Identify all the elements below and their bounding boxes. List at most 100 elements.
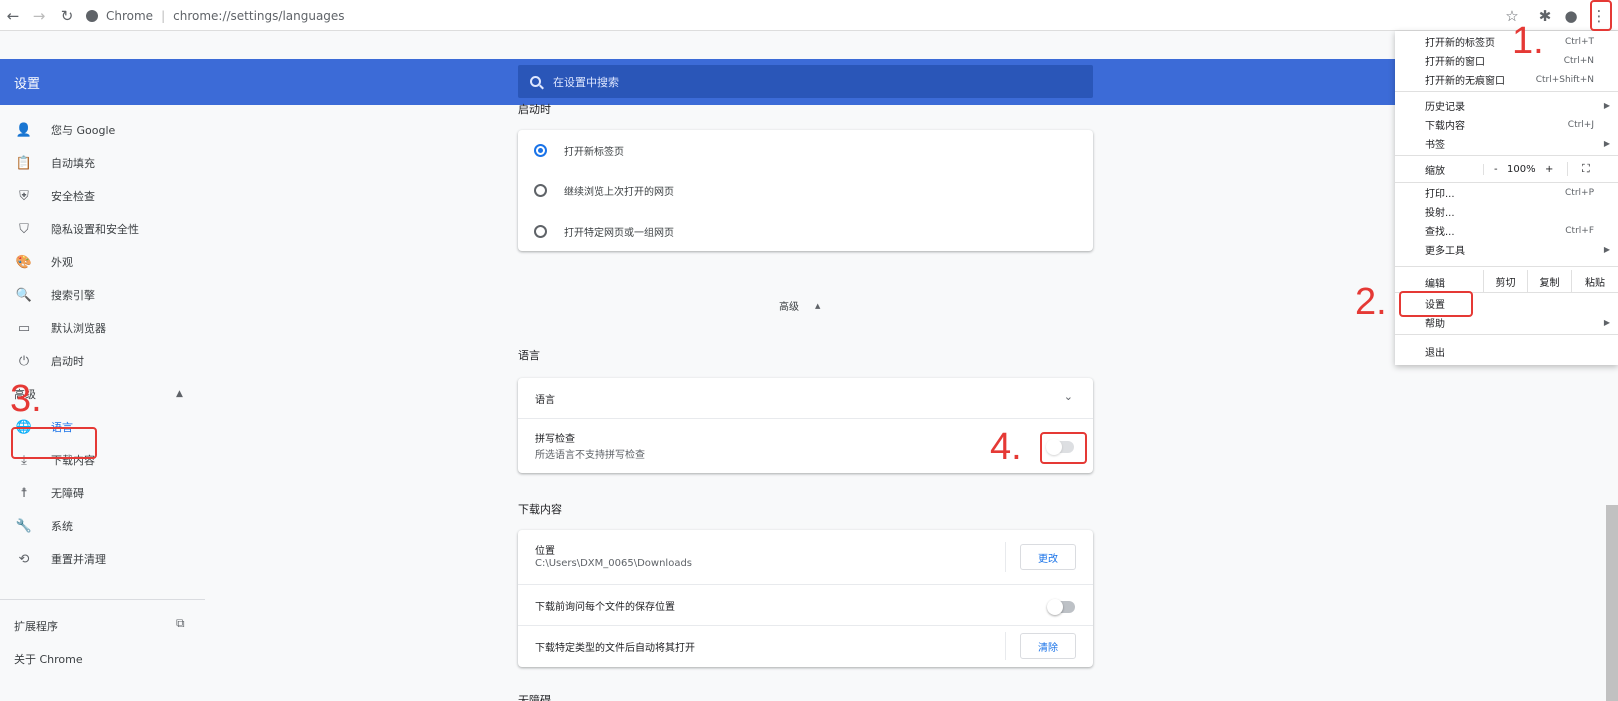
site-label: Chrome (106, 8, 154, 23)
sidebar-divider (0, 599, 205, 600)
menu-item-bookmarks[interactable]: 书签 ▶ (1395, 134, 1618, 153)
startup-option-label: 打开特定网页或一组网页 (564, 227, 674, 239)
download-location-path: C:\Users\DXM_0065\Downloads (535, 558, 693, 569)
menu-shortcut: Ctrl+P (1565, 187, 1594, 198)
person-icon: 👤 (15, 122, 33, 138)
cut-button[interactable]: 剪切 (1483, 270, 1527, 292)
menu-item-label: 查找... (1425, 227, 1455, 238)
address-bar[interactable]: Chrome | chrome://settings/languages (86, 4, 1486, 27)
sidebar-item-accessibility[interactable]: ☨ 无障碍 (0, 478, 205, 508)
menu-item-cast[interactable]: 投射... (1395, 202, 1618, 221)
menu-item-label: 打开新的无痕窗口 (1425, 76, 1505, 87)
external-link-icon[interactable]: ⧉ (176, 616, 185, 631)
menu-item-label: 打开新的标签页 (1425, 38, 1495, 49)
page-scrollbar[interactable] (1606, 505, 1618, 701)
annotation-box-settings (1399, 291, 1473, 317)
menu-item-downloads[interactable]: 下载内容 Ctrl+J (1395, 115, 1618, 134)
zoom-value: 100% (1507, 163, 1536, 175)
menu-separator (1395, 91, 1618, 92)
sidebar-item-privacy[interactable]: ⛉ 隐私设置和安全性 (0, 214, 205, 244)
spellcheck-subtitle: 所选语言不支持拼写检查 (535, 450, 645, 461)
sidebar-item-search-engine[interactable]: 🔍 搜索引擎 (0, 280, 205, 310)
vertical-divider (1005, 542, 1006, 572)
startup-option-new-tab[interactable]: 打开新标签页 (534, 140, 624, 160)
shield-check-icon: ⛨ (19, 188, 29, 204)
annotation-box-spellcheck-toggle (1040, 432, 1087, 464)
radio-button[interactable] (534, 143, 547, 157)
paste-button[interactable]: 粘贴 (1571, 270, 1618, 292)
languages-row-label[interactable]: 语言 (535, 391, 555, 406)
sidebar-item-label: 您与 Google (51, 124, 116, 137)
zoom-out-button[interactable]: - (1483, 163, 1498, 175)
sidebar-item-extensions[interactable]: 扩展程序 (14, 618, 58, 634)
radio-button[interactable] (534, 183, 547, 197)
chevron-up-icon: ▲ (176, 389, 183, 399)
chevron-down-icon[interactable]: ⌄ (1064, 390, 1073, 403)
sidebar-item-on-startup[interactable]: ⏻ 启动时 (0, 346, 205, 376)
annotation-number-1: 1. (1512, 20, 1544, 62)
sidebar-item-about-chrome[interactable]: 关于 Chrome (14, 651, 83, 667)
browser-icon: ▭ (17, 320, 31, 336)
menu-item-more-tools[interactable]: 更多工具 ▶ (1395, 240, 1618, 259)
chevron-up-icon: ▲ (815, 301, 821, 310)
ask-where-to-save-toggle[interactable] (1047, 599, 1075, 615)
search-icon: 🔍 (15, 287, 33, 303)
menu-item-find[interactable]: 查找... Ctrl+F (1395, 221, 1618, 240)
sidebar-item-appearance[interactable]: 🎨 外观 (0, 247, 205, 277)
submenu-arrow-icon: ▶ (1603, 245, 1610, 254)
site-info-icon[interactable] (86, 9, 98, 22)
menu-item-label: 帮助 (1425, 319, 1445, 330)
sidebar-item-safety-check[interactable]: ⛨ 安全检查 (0, 181, 205, 211)
back-arrow-icon[interactable]: ← (2, 5, 24, 27)
change-location-button[interactable]: 更改 (1020, 544, 1076, 570)
reload-icon[interactable]: ↻ (56, 5, 78, 27)
search-icon (530, 76, 541, 87)
sidebar-item-system[interactable]: 🔧 系统 (0, 511, 205, 541)
menu-shortcut: Ctrl+F (1565, 225, 1594, 236)
startup-option-continue[interactable]: 继续浏览上次打开的网页 (534, 180, 674, 200)
sidebar-item-label: 自动填充 (51, 157, 95, 170)
sidebar-item-label: 外观 (51, 256, 73, 269)
annotation-box-menu (1590, 0, 1612, 31)
fullscreen-icon[interactable]: ⛶ (1567, 162, 1590, 176)
downloads-card: 位置 C:\Users\DXM_0065\Downloads 更改 下载前询问每… (518, 530, 1093, 667)
sidebar-item-you-and-google[interactable]: 👤 您与 Google (0, 115, 205, 145)
browser-toolbar: ← → ↻ Chrome | chrome://settings/languag… (0, 0, 1618, 31)
sidebar-item-autofill[interactable]: 📋 自动填充 (0, 148, 205, 178)
shield-icon: ⛉ (19, 221, 29, 237)
radio-button[interactable] (534, 224, 547, 238)
profile-icon[interactable]: ● (1560, 5, 1582, 27)
startup-option-specific-pages[interactable]: 打开特定网页或一组网页 (534, 221, 674, 241)
menu-separator (1395, 334, 1618, 335)
sidebar-item-default-browser[interactable]: ▭ 默认浏览器 (0, 313, 205, 343)
menu-item-label: 历史记录 (1425, 102, 1465, 113)
menu-item-print[interactable]: 打印... Ctrl+P (1395, 183, 1618, 202)
zoom-in-button[interactable]: + (1545, 164, 1553, 175)
copy-button[interactable]: 复制 (1527, 270, 1571, 292)
sidebar-item-reset[interactable]: ⟲ 重置并清理 (0, 544, 205, 574)
menu-item-incognito[interactable]: 打开新的无痕窗口 Ctrl+Shift+N (1395, 70, 1618, 89)
sidebar-item-label: 系统 (51, 520, 73, 533)
advanced-toggle[interactable]: 高级 ▲ (779, 298, 821, 314)
menu-item-new-window[interactable]: 打开新的窗口 Ctrl+N (1395, 51, 1618, 70)
row-divider (518, 584, 1093, 585)
menu-item-history[interactable]: 历史记录 ▶ (1395, 96, 1618, 115)
settings-search-input[interactable]: 在设置中搜索 (518, 65, 1093, 98)
advanced-toggle-label: 高级 (779, 302, 799, 313)
submenu-arrow-icon: ▶ (1603, 101, 1610, 110)
languages-section-header: 语言 (518, 349, 540, 362)
sidebar-item-label: 搜索引擎 (51, 289, 95, 302)
forward-arrow-icon[interactable]: → (28, 5, 50, 27)
auto-open-label: 下载特定类型的文件后自动将其打开 (535, 643, 695, 654)
menu-item-label: 投射... (1425, 208, 1455, 219)
menu-item-exit[interactable]: 退出 (1395, 342, 1618, 361)
spellcheck-title: 拼写检查 (535, 434, 575, 445)
clear-auto-open-button[interactable]: 清除 (1020, 633, 1076, 659)
settings-title: 设置 (14, 77, 41, 92)
download-location-title: 位置 (535, 546, 555, 557)
edit-label: 编辑 (1425, 279, 1445, 290)
menu-item-label: 退出 (1425, 348, 1445, 359)
settings-header: 设置 在设置中搜索 (0, 59, 1618, 105)
menu-item-new-tab[interactable]: 打开新的标签页 Ctrl+T (1395, 32, 1618, 51)
startup-card: 打开新标签页 继续浏览上次打开的网页 打开特定网页或一组网页 (518, 130, 1093, 251)
